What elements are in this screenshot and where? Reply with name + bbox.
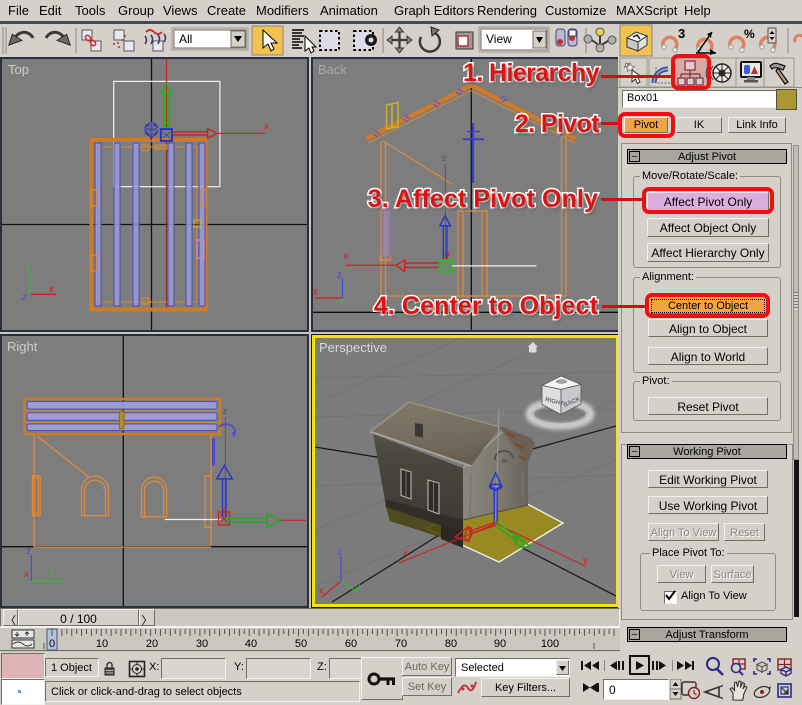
svg-text:x: x	[49, 284, 54, 295]
svg-text:10: 10	[96, 638, 108, 650]
svg-text:100: 100	[541, 638, 559, 650]
svg-text:0: 0	[49, 638, 55, 650]
svg-text:z: z	[442, 153, 447, 163]
svg-text:Right: Right	[7, 339, 38, 354]
svg-text:50: 50	[295, 638, 307, 650]
svg-text:80: 80	[445, 638, 457, 650]
svg-text:All: All	[179, 32, 192, 46]
svg-text:70: 70	[395, 638, 407, 650]
svg-text:z: z	[337, 270, 342, 281]
svg-text:z: z	[501, 408, 506, 418]
svg-text:y: y	[50, 568, 55, 579]
svg-text:z: z	[223, 406, 228, 416]
svg-text:40: 40	[245, 638, 257, 650]
svg-text:x: x	[221, 505, 226, 516]
svg-text:x: x	[319, 586, 324, 597]
svg-text:Perspective: Perspective	[319, 340, 387, 355]
svg-text:x: x	[24, 569, 29, 580]
svg-text:Top: Top	[8, 62, 29, 77]
svg-text:x: x	[313, 287, 318, 298]
svg-text:x: x	[264, 121, 269, 132]
svg-text:z: z	[22, 292, 27, 303]
svg-text:90: 90	[494, 638, 506, 650]
svg-text:3: 3	[678, 26, 685, 41]
svg-text:Back: Back	[318, 62, 347, 77]
svg-text:y: y	[355, 582, 360, 593]
svg-text:30: 30	[196, 638, 208, 650]
svg-text:x: x	[344, 251, 349, 262]
svg-text:View: View	[486, 32, 512, 46]
svg-text:x: x	[403, 548, 408, 559]
svg-text:20: 20	[146, 638, 158, 650]
svg-text:60: 60	[345, 638, 357, 650]
svg-text:%: %	[744, 27, 755, 41]
svg-text:y: y	[339, 296, 344, 307]
svg-text:y: y	[583, 555, 588, 566]
svg-text:z: z	[26, 546, 31, 557]
svg-text:y: y	[26, 263, 31, 274]
